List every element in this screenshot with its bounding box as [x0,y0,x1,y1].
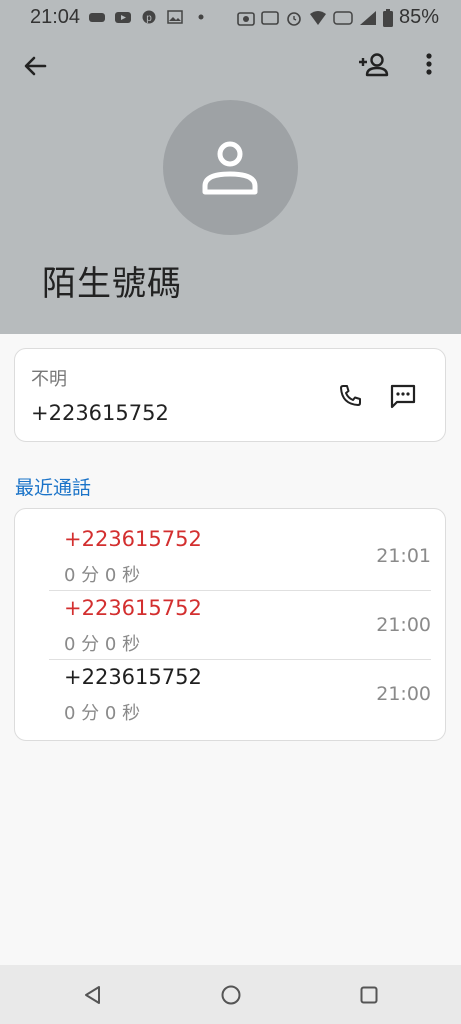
contact-name: 陌生號碼 [42,264,182,304]
contact-header: 陌生號碼 [0,34,461,334]
signal-icon [359,10,376,25]
call-time: 21:01 [376,545,431,567]
phone-number: +223615752 [31,401,169,425]
person-add-icon[interactable] [356,50,390,80]
more-vert-icon[interactable] [419,50,439,80]
youtube-icon [115,12,132,23]
battery-icon [382,8,393,27]
call-duration: 0 分 0 秒 [64,703,141,724]
call-log-item[interactable]: +223615752 0 分 0 秒 21:00 [15,578,447,655]
call-log-item[interactable]: +223615752 0 分 0 秒 21:00 [15,647,447,724]
nfc-icon [261,10,279,25]
call-time: 21:00 [376,683,431,705]
game-icon [89,13,106,22]
status-bar: 21:04 p 85% [0,0,461,34]
call-number: +223615752 [64,527,202,551]
wifi-icon [309,10,326,25]
system-nav-bar [0,965,461,1024]
phone-icon[interactable] [337,383,363,409]
call-number: +223615752 [64,596,202,620]
alarm-icon [287,11,301,26]
contact-avatar [163,100,298,235]
image-icon [167,10,183,24]
call-time: 21:00 [376,614,431,636]
nav-recents-icon[interactable] [359,985,379,1005]
volte-icon [333,10,353,25]
pinterest-icon: p [142,10,156,24]
battery-level: 85% [398,6,439,28]
nav-home-icon[interactable] [220,984,242,1006]
dot-icon [198,14,204,20]
camera-icon [237,11,255,26]
phone-number-card[interactable]: 不明 +223615752 [14,348,446,442]
back-arrow-icon[interactable] [20,51,50,81]
call-number: +223615752 [64,665,202,689]
recent-calls-title: 最近通話 [15,477,92,499]
recent-calls-card: +223615752 0 分 0 秒 21:01 +223615752 0 分 … [14,508,446,741]
svg-text:p: p [146,13,152,24]
status-time: 21:04 [30,5,81,28]
message-icon[interactable] [389,383,417,409]
call-log-item[interactable]: +223615752 0 分 0 秒 21:01 [15,509,447,586]
nav-back-icon[interactable] [82,984,104,1006]
number-type-label: 不明 [31,369,67,390]
person-icon [202,141,258,195]
